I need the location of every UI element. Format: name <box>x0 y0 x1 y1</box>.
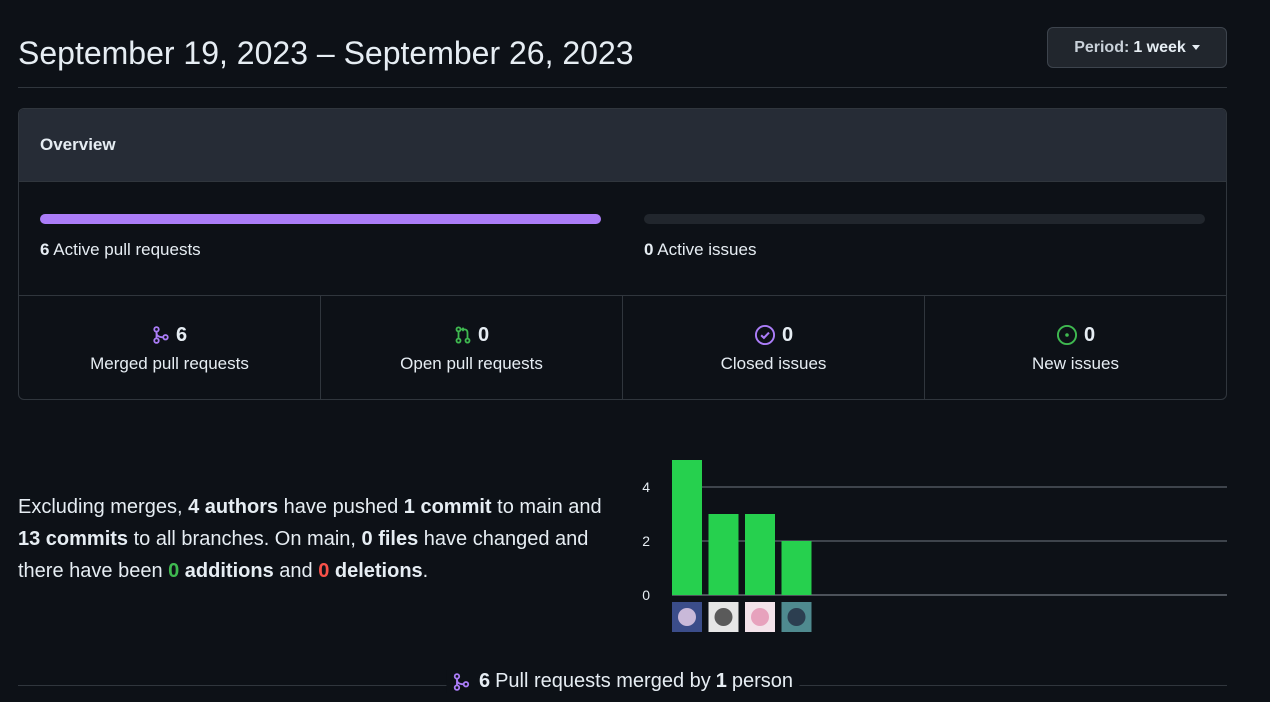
summary-files[interactable]: 0 files <box>362 528 419 550</box>
new-issues-count: 0 <box>1083 323 1096 346</box>
summary-text-1: Excluding merges, <box>18 496 189 518</box>
caret-down-icon <box>1191 45 1200 50</box>
commit-bar[interactable] <box>745 514 775 595</box>
merged-prs-label: Merged pull requests <box>90 354 249 373</box>
period-label: Period: <box>1074 38 1130 56</box>
summary-text-4: to all branches. On main, <box>128 528 362 550</box>
overview-stats: 6 Merged pull requests 0 Open pull reque… <box>19 296 1226 399</box>
overview-activity-bars: 6 Active pull requests 0 Active issues <box>19 182 1226 296</box>
summary-text-3: to main and <box>491 496 602 518</box>
stat-merged-prs[interactable]: 6 Merged pull requests <box>19 296 321 399</box>
active-prs-count: 6 <box>40 240 50 259</box>
summary-commit-main[interactable]: 1 commit <box>404 496 492 518</box>
merged-prs-footer-people: 1 <box>715 670 727 692</box>
merged-prs-heading: 6 Pull requests merged by 1 person <box>445 670 800 693</box>
summary-text-2: have pushed <box>278 496 404 518</box>
avatar-image <box>751 608 769 626</box>
pulse-page: September 19, 2023 – September 26, 2023 … <box>0 0 1270 702</box>
active-issues-progress[interactable] <box>644 214 1205 224</box>
active-issues-count: 0 <box>644 240 654 259</box>
avatar-image <box>678 608 696 626</box>
new-issues-label: New issues <box>1032 354 1119 373</box>
active-prs-caption[interactable]: 6 Active pull requests <box>40 240 201 260</box>
merged-prs-footer-text1: Pull requests merged by <box>495 670 711 692</box>
active-prs-progress-fill <box>40 214 601 224</box>
commit-bar[interactable] <box>708 514 739 595</box>
merged-prs-count: 6 <box>175 323 188 346</box>
summary-deletions-count: 0 <box>318 560 330 582</box>
issue-opened-icon <box>1056 324 1077 346</box>
active-prs-label: Active pull requests <box>53 240 201 259</box>
commit-bar[interactable] <box>672 460 702 595</box>
period-value: 1 week <box>1133 38 1186 56</box>
active-prs-progress[interactable] <box>40 214 601 224</box>
git-pull-request-icon <box>455 326 471 344</box>
summary-deletions-word: deletions <box>329 560 423 582</box>
stat-open-prs[interactable]: 0 Open pull requests <box>321 296 623 399</box>
closed-issues-label: Closed issues <box>720 354 827 373</box>
commit-bar[interactable] <box>781 541 812 595</box>
active-issues-label: Active issues <box>657 240 757 259</box>
y-tick-label: 2 <box>642 533 650 549</box>
y-tick-label: 0 <box>642 587 650 603</box>
stat-closed-issues[interactable]: 0 Closed issues <box>623 296 925 399</box>
period-dropdown-button[interactable]: Period: 1 week <box>1047 27 1227 68</box>
summary-text-6: and <box>273 560 319 582</box>
summary-authors[interactable]: 4 authors <box>188 496 278 518</box>
avatar-image <box>714 608 733 626</box>
stat-new-issues[interactable]: 0 New issues <box>925 296 1226 399</box>
date-range-title: September 19, 2023 – September 26, 2023 <box>18 35 634 71</box>
git-merge-icon <box>153 326 169 344</box>
merged-prs-footer-text2: person <box>731 670 794 692</box>
git-merge-icon <box>453 672 469 691</box>
overview-panel: Overview 6 Active pull requests 0 Active… <box>18 108 1227 400</box>
commits-by-author-chart: 0 2 4 <box>642 460 1227 632</box>
summary-additions-word: additions <box>179 560 274 582</box>
open-prs-label: Open pull requests <box>400 354 543 373</box>
open-prs-count: 0 <box>477 323 490 346</box>
overview-title: Overview <box>19 109 1226 182</box>
commit-summary: Excluding merges, 4 authors have pushed … <box>18 491 628 587</box>
issue-closed-icon <box>754 324 775 346</box>
summary-additions-count: 0 <box>168 560 180 582</box>
closed-issues-count: 0 <box>781 323 794 346</box>
summary-text-7: . <box>422 560 429 582</box>
merged-prs-section-divider: 6 Pull requests merged by 1 person <box>18 670 1227 696</box>
avatar-image <box>787 608 806 626</box>
y-tick-label: 4 <box>642 479 650 495</box>
pulse-header: September 19, 2023 – September 26, 2023 … <box>18 27 1227 88</box>
active-issues-caption[interactable]: 0 Active issues <box>644 240 756 260</box>
merged-prs-footer-count: 6 <box>478 670 491 692</box>
summary-commits-all[interactable]: 13 commits <box>18 528 128 550</box>
